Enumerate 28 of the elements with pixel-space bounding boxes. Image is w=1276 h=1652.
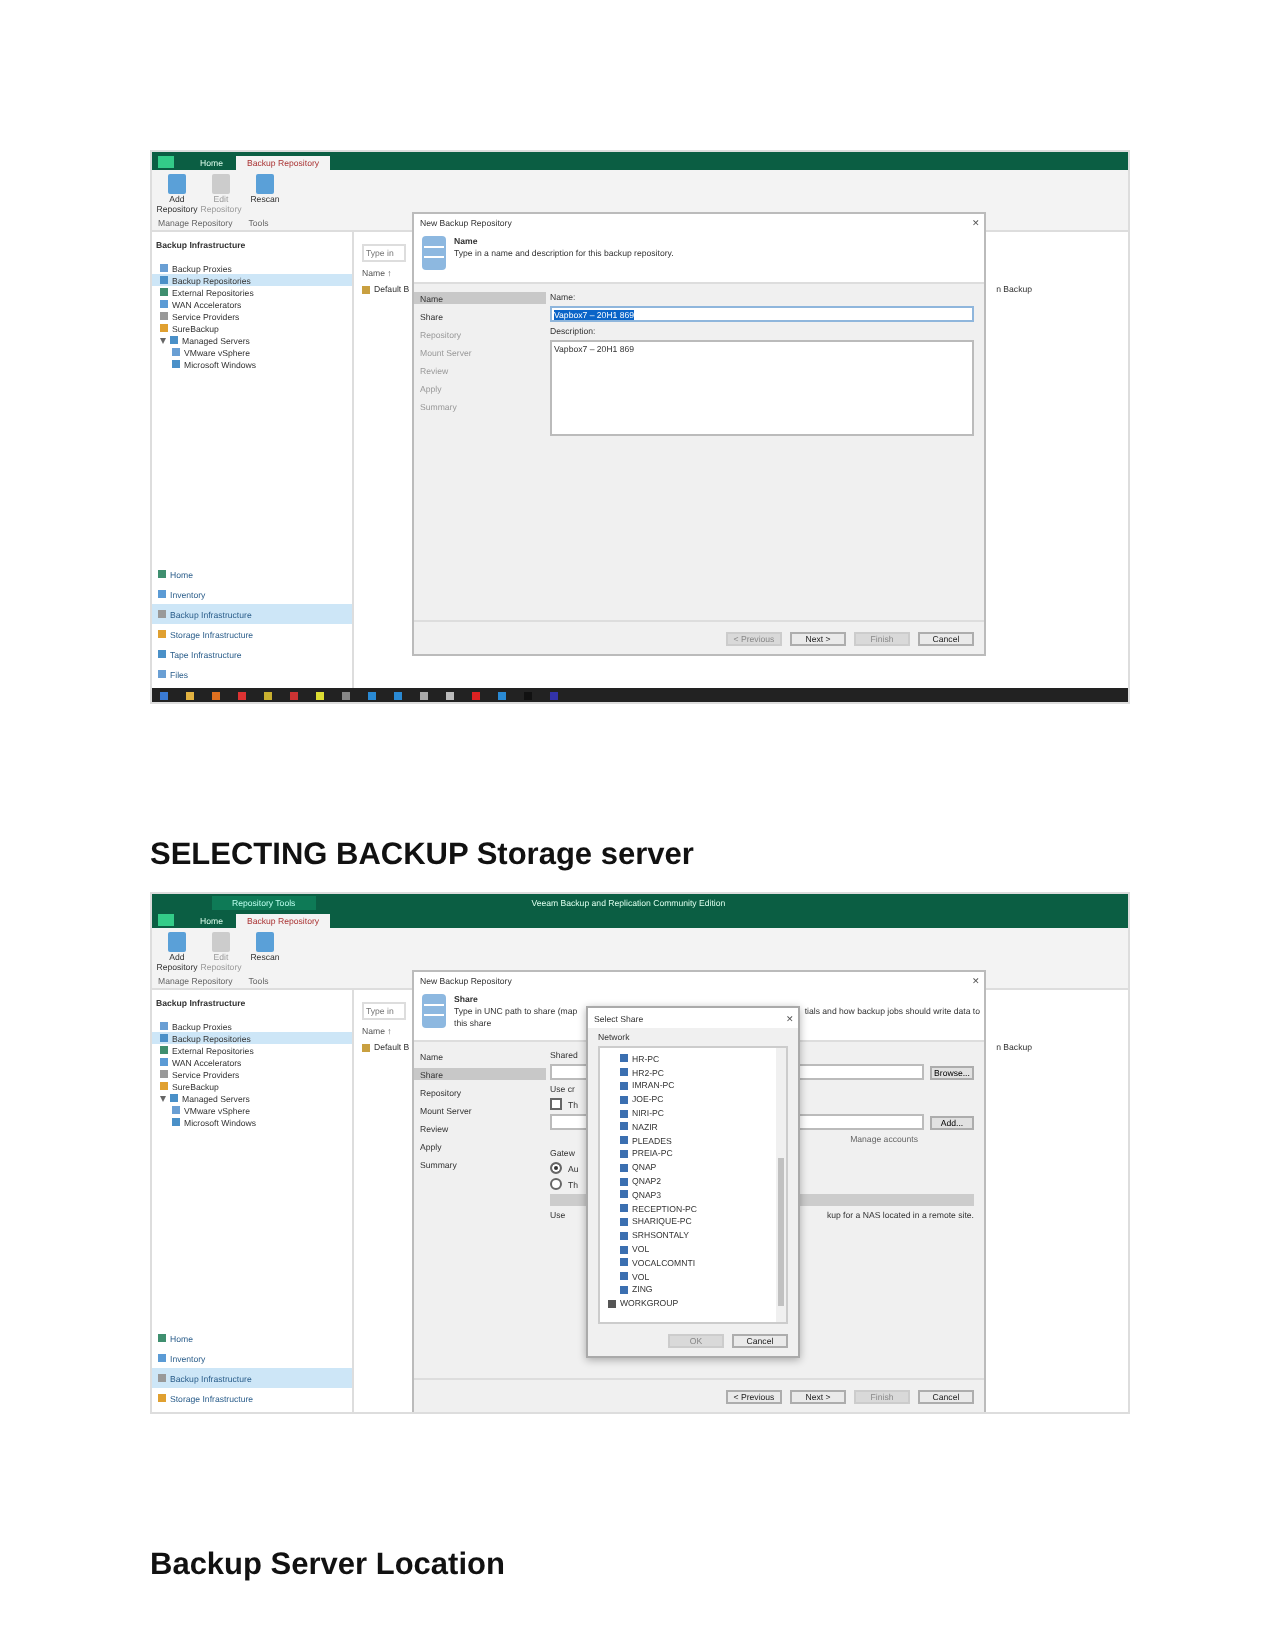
radio-button[interactable]: [550, 1162, 562, 1174]
section-icon: [158, 650, 166, 658]
repository-icon: [362, 1043, 370, 1051]
app-icon[interactable]: [186, 691, 194, 699]
section-icon: [158, 570, 166, 578]
app-icon[interactable]: [264, 691, 272, 699]
caret-icon[interactable]: [160, 1095, 166, 1101]
app-icon[interactable]: [446, 691, 454, 699]
checkbox[interactable]: [550, 1098, 562, 1110]
section-icon: [158, 590, 166, 598]
app-icon[interactable]: [212, 691, 220, 699]
section-heading: SELECTING BACKUP Storage server: [150, 836, 696, 876]
section-icon: [158, 610, 166, 618]
radio-button[interactable]: [550, 1178, 562, 1190]
section-icon: [158, 1334, 166, 1342]
section-icon: [158, 1374, 166, 1382]
caret-icon[interactable]: [160, 337, 166, 343]
section-icon: [158, 1354, 166, 1362]
section-heading: Backup Server Location: [150, 1546, 507, 1586]
section-icon: [158, 630, 166, 638]
section-icon: [158, 670, 166, 678]
network-icon: [608, 1299, 616, 1308]
section-icon: [158, 1394, 166, 1402]
app-icon[interactable]: [420, 691, 428, 699]
repository-icon: [362, 285, 370, 293]
app-icon[interactable]: [316, 691, 324, 699]
scrollbar[interactable]: [776, 1048, 786, 1322]
app-icon[interactable]: [342, 691, 350, 699]
